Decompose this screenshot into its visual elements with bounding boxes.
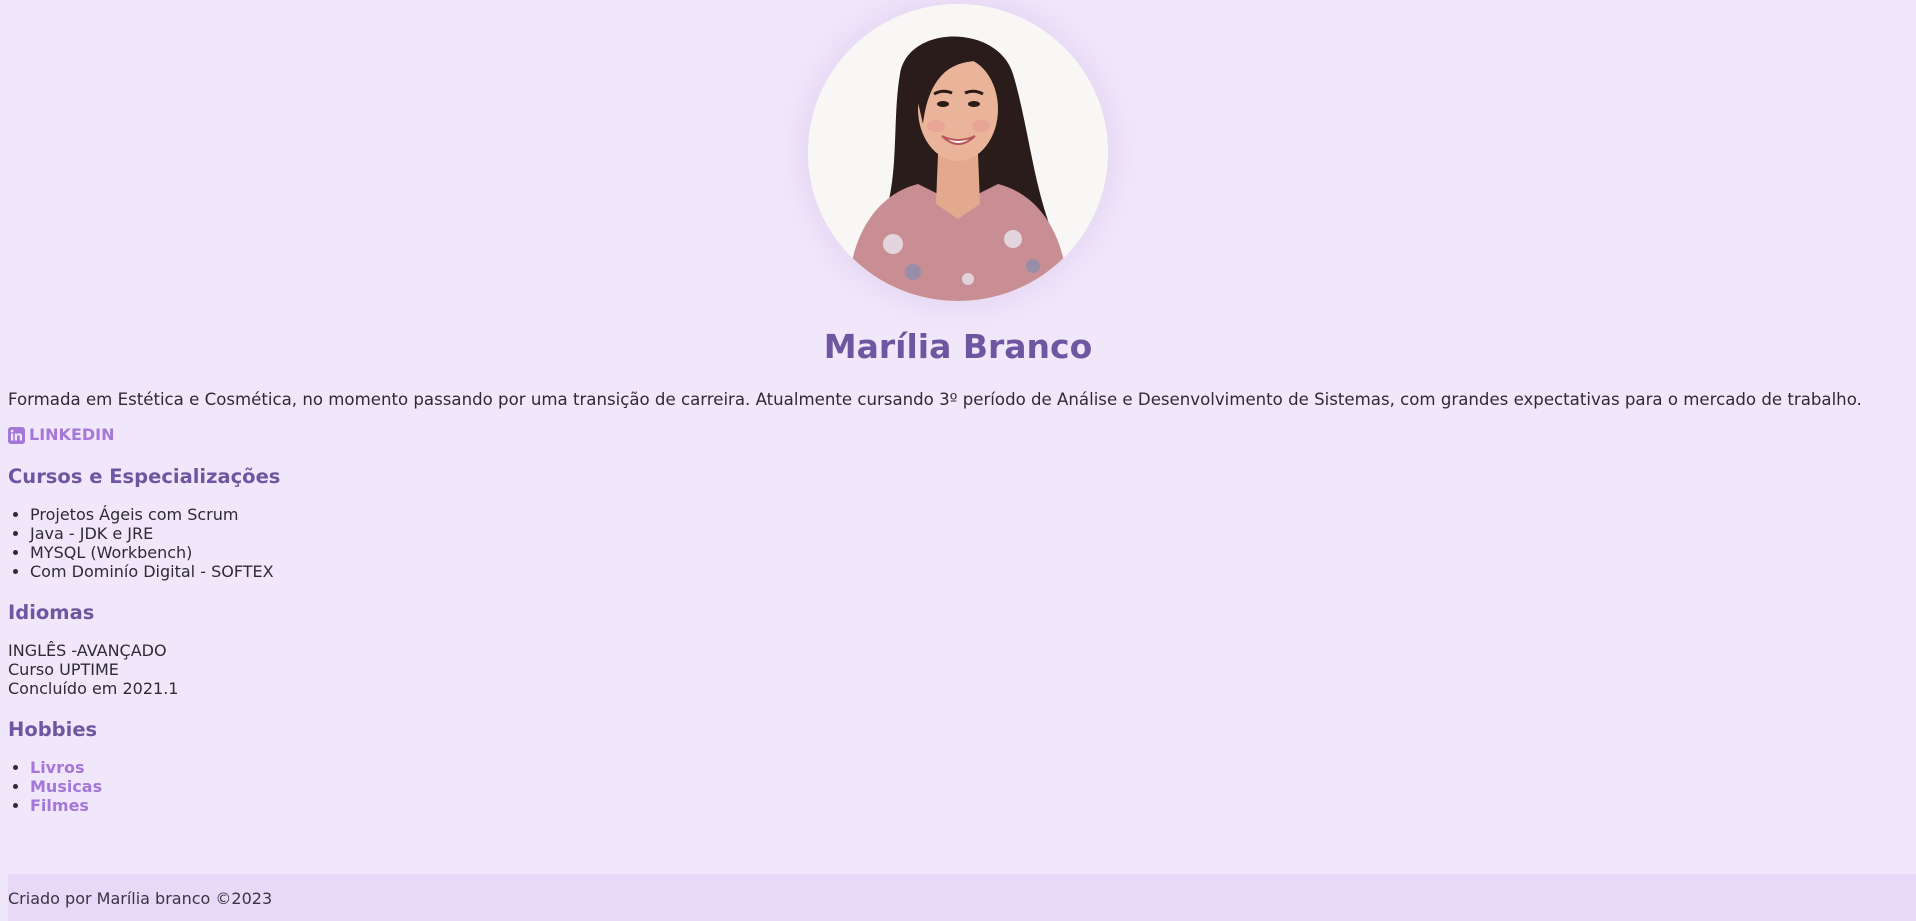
- language-course: Curso UPTIME: [8, 660, 119, 679]
- idiomas-block: INGLÊS -AVANÇADO Curso UPTIME Concluído …: [8, 641, 1908, 698]
- linkedin-icon: [8, 426, 25, 444]
- hobby-link-filmes[interactable]: Filmes: [30, 796, 89, 815]
- hobby-link-musicas[interactable]: Musicas: [30, 777, 102, 796]
- list-item: Musicas: [30, 777, 1908, 796]
- linkedin-link[interactable]: LINKEDIN: [8, 425, 115, 445]
- profile-photo: [808, 4, 1108, 301]
- section-title-idiomas: Idiomas: [8, 601, 95, 624]
- language-line: INGLÊS -AVANÇADO: [8, 641, 167, 660]
- intro-text: Formada em Estética e Cosmética, no mome…: [8, 390, 1862, 409]
- profile-name: Marília Branco: [823, 327, 1093, 366]
- language-completion: Concluído em 2021.1: [8, 679, 179, 698]
- hobbies-list: Livros Musicas Filmes: [8, 758, 1908, 815]
- section-title-cursos: Cursos e Especializações: [8, 465, 281, 488]
- section-title-hobbies: Hobbies: [8, 718, 98, 741]
- avatar-container: [8, 0, 1908, 301]
- footer: Criado por Marília branco ©2023: [8, 874, 1916, 921]
- list-item: Filmes: [30, 796, 1908, 815]
- linkedin-label: LINKEDIN: [29, 425, 115, 444]
- list-item: Projetos Ágeis com Scrum: [30, 505, 1908, 524]
- list-item: Java - JDK e JRE: [30, 524, 1908, 543]
- list-item: MYSQL (Workbench): [30, 543, 1908, 562]
- cursos-list: Projetos Ágeis com Scrum Java - JDK e JR…: [8, 505, 1908, 581]
- profile-photo-icon: [808, 4, 1108, 301]
- footer-text: Criado por Marília branco ©2023: [8, 889, 273, 908]
- list-item: Com Dominío Digital - SOFTEX: [30, 562, 1908, 581]
- page: Marília Branco Formada em Estética e Cos…: [0, 0, 1916, 921]
- list-item: Livros: [30, 758, 1908, 777]
- hobby-link-livros[interactable]: Livros: [30, 758, 85, 777]
